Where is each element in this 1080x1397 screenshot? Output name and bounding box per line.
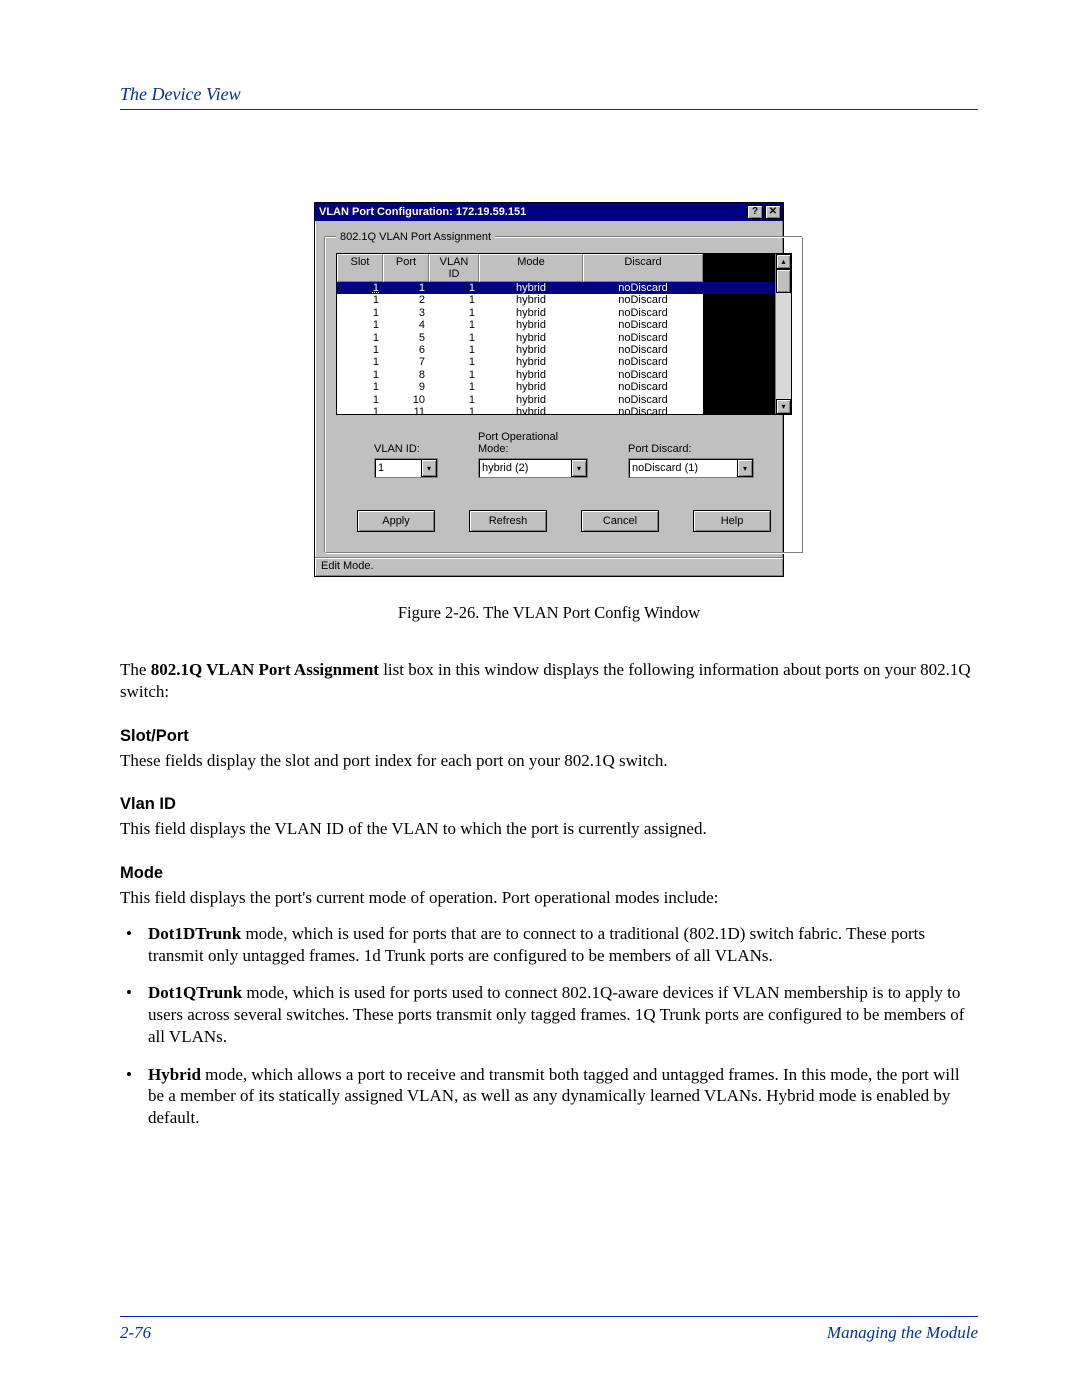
slot-port-heading: Slot/Port bbox=[120, 727, 978, 746]
port-discard-select[interactable]: noDiscard (1) ▾ bbox=[628, 458, 754, 478]
mode-bullet-list: Dot1DTrunk mode, which is used for ports… bbox=[120, 923, 978, 1129]
table-row[interactable]: 1101hybridnoDiscard bbox=[337, 394, 775, 406]
table-row[interactable]: 141hybridnoDiscard bbox=[337, 319, 775, 331]
close-icon[interactable]: ✕ bbox=[765, 205, 781, 219]
table-row[interactable]: 151hybridnoDiscard bbox=[337, 332, 775, 344]
slot-port-text: These fields display the slot and port i… bbox=[120, 750, 978, 772]
list-item: Dot1QTrunk mode, which is used for ports… bbox=[148, 982, 978, 1047]
page-header: The Device View bbox=[120, 84, 978, 105]
apply-button[interactable]: Apply bbox=[357, 510, 435, 532]
chevron-down-icon[interactable]: ▾ bbox=[421, 459, 437, 477]
intro-paragraph: The 802.1Q VLAN Port Assignment list box… bbox=[120, 659, 978, 703]
footer-title: Managing the Module bbox=[827, 1323, 978, 1343]
table-row[interactable]: 1111hybridnoDiscard bbox=[337, 406, 775, 414]
status-bar: Edit Mode. bbox=[315, 557, 783, 576]
scroll-thumb[interactable] bbox=[776, 269, 791, 293]
col-discard[interactable]: Discard bbox=[583, 254, 703, 282]
vlan-id-text: This field displays the VLAN ID of the V… bbox=[120, 818, 978, 840]
cancel-button[interactable]: Cancel bbox=[581, 510, 659, 532]
table-row[interactable]: 171hybridnoDiscard bbox=[337, 356, 775, 368]
vlan-id-heading: Vlan ID bbox=[120, 795, 978, 814]
port-listbox[interactable]: Slot Port VLAN ID Mode Discard 111hybrid… bbox=[336, 253, 792, 415]
table-row[interactable]: 111hybridnoDiscard bbox=[337, 282, 775, 294]
port-assignment-group: 802.1Q VLAN Port Assignment Slot Port VL… bbox=[325, 231, 803, 553]
header-rule bbox=[120, 109, 978, 110]
col-slot[interactable]: Slot bbox=[337, 254, 383, 282]
figure-caption: Figure 2-26. The VLAN Port Config Window bbox=[120, 603, 978, 623]
col-mode[interactable]: Mode bbox=[479, 254, 583, 282]
col-port[interactable]: Port bbox=[383, 254, 429, 282]
port-mode-label: Port Operational Mode: bbox=[478, 431, 588, 455]
list-header: Slot Port VLAN ID Mode Discard bbox=[337, 254, 775, 282]
scroll-down-icon[interactable]: ▾ bbox=[776, 399, 791, 414]
dialog-title: VLAN Port Configuration: 172.19.59.151 bbox=[319, 206, 526, 218]
table-row[interactable]: 121hybridnoDiscard bbox=[337, 294, 775, 306]
list-item: Dot1DTrunk mode, which is used for ports… bbox=[148, 923, 978, 967]
help-icon[interactable]: ? bbox=[747, 205, 763, 219]
dialog-titlebar[interactable]: VLAN Port Configuration: 172.19.59.151 ?… bbox=[315, 203, 783, 221]
page-number: 2-76 bbox=[120, 1323, 151, 1343]
col-vlan[interactable]: VLAN ID bbox=[429, 254, 479, 282]
mode-heading: Mode bbox=[120, 864, 978, 883]
table-row[interactable]: 181hybridnoDiscard bbox=[337, 369, 775, 381]
mode-text: This field displays the port's current m… bbox=[120, 887, 978, 909]
vlan-id-label: VLAN ID: bbox=[374, 443, 438, 455]
vlan-config-dialog: VLAN Port Configuration: 172.19.59.151 ?… bbox=[314, 202, 784, 577]
refresh-button[interactable]: Refresh bbox=[469, 510, 547, 532]
port-mode-value: hybrid (2) bbox=[479, 462, 571, 474]
list-scrollbar[interactable]: ▴ ▾ bbox=[775, 254, 791, 414]
port-discard-value: noDiscard (1) bbox=[629, 462, 737, 474]
group-legend: 802.1Q VLAN Port Assignment bbox=[336, 231, 495, 243]
table-row[interactable]: 161hybridnoDiscard bbox=[337, 344, 775, 356]
table-row[interactable]: 191hybridnoDiscard bbox=[337, 381, 775, 393]
scroll-up-icon[interactable]: ▴ bbox=[776, 254, 791, 269]
list-item: Hybrid mode, which allows a port to rece… bbox=[148, 1064, 978, 1129]
vlan-id-select[interactable]: 1 ▾ bbox=[374, 458, 438, 478]
chevron-down-icon[interactable]: ▾ bbox=[737, 459, 753, 477]
table-row[interactable]: 131hybridnoDiscard bbox=[337, 307, 775, 319]
help-button[interactable]: Help bbox=[693, 510, 771, 532]
chevron-down-icon[interactable]: ▾ bbox=[571, 459, 587, 477]
port-mode-select[interactable]: hybrid (2) ▾ bbox=[478, 458, 588, 478]
vlan-id-value: 1 bbox=[375, 462, 421, 474]
port-discard-label: Port Discard: bbox=[628, 443, 754, 455]
